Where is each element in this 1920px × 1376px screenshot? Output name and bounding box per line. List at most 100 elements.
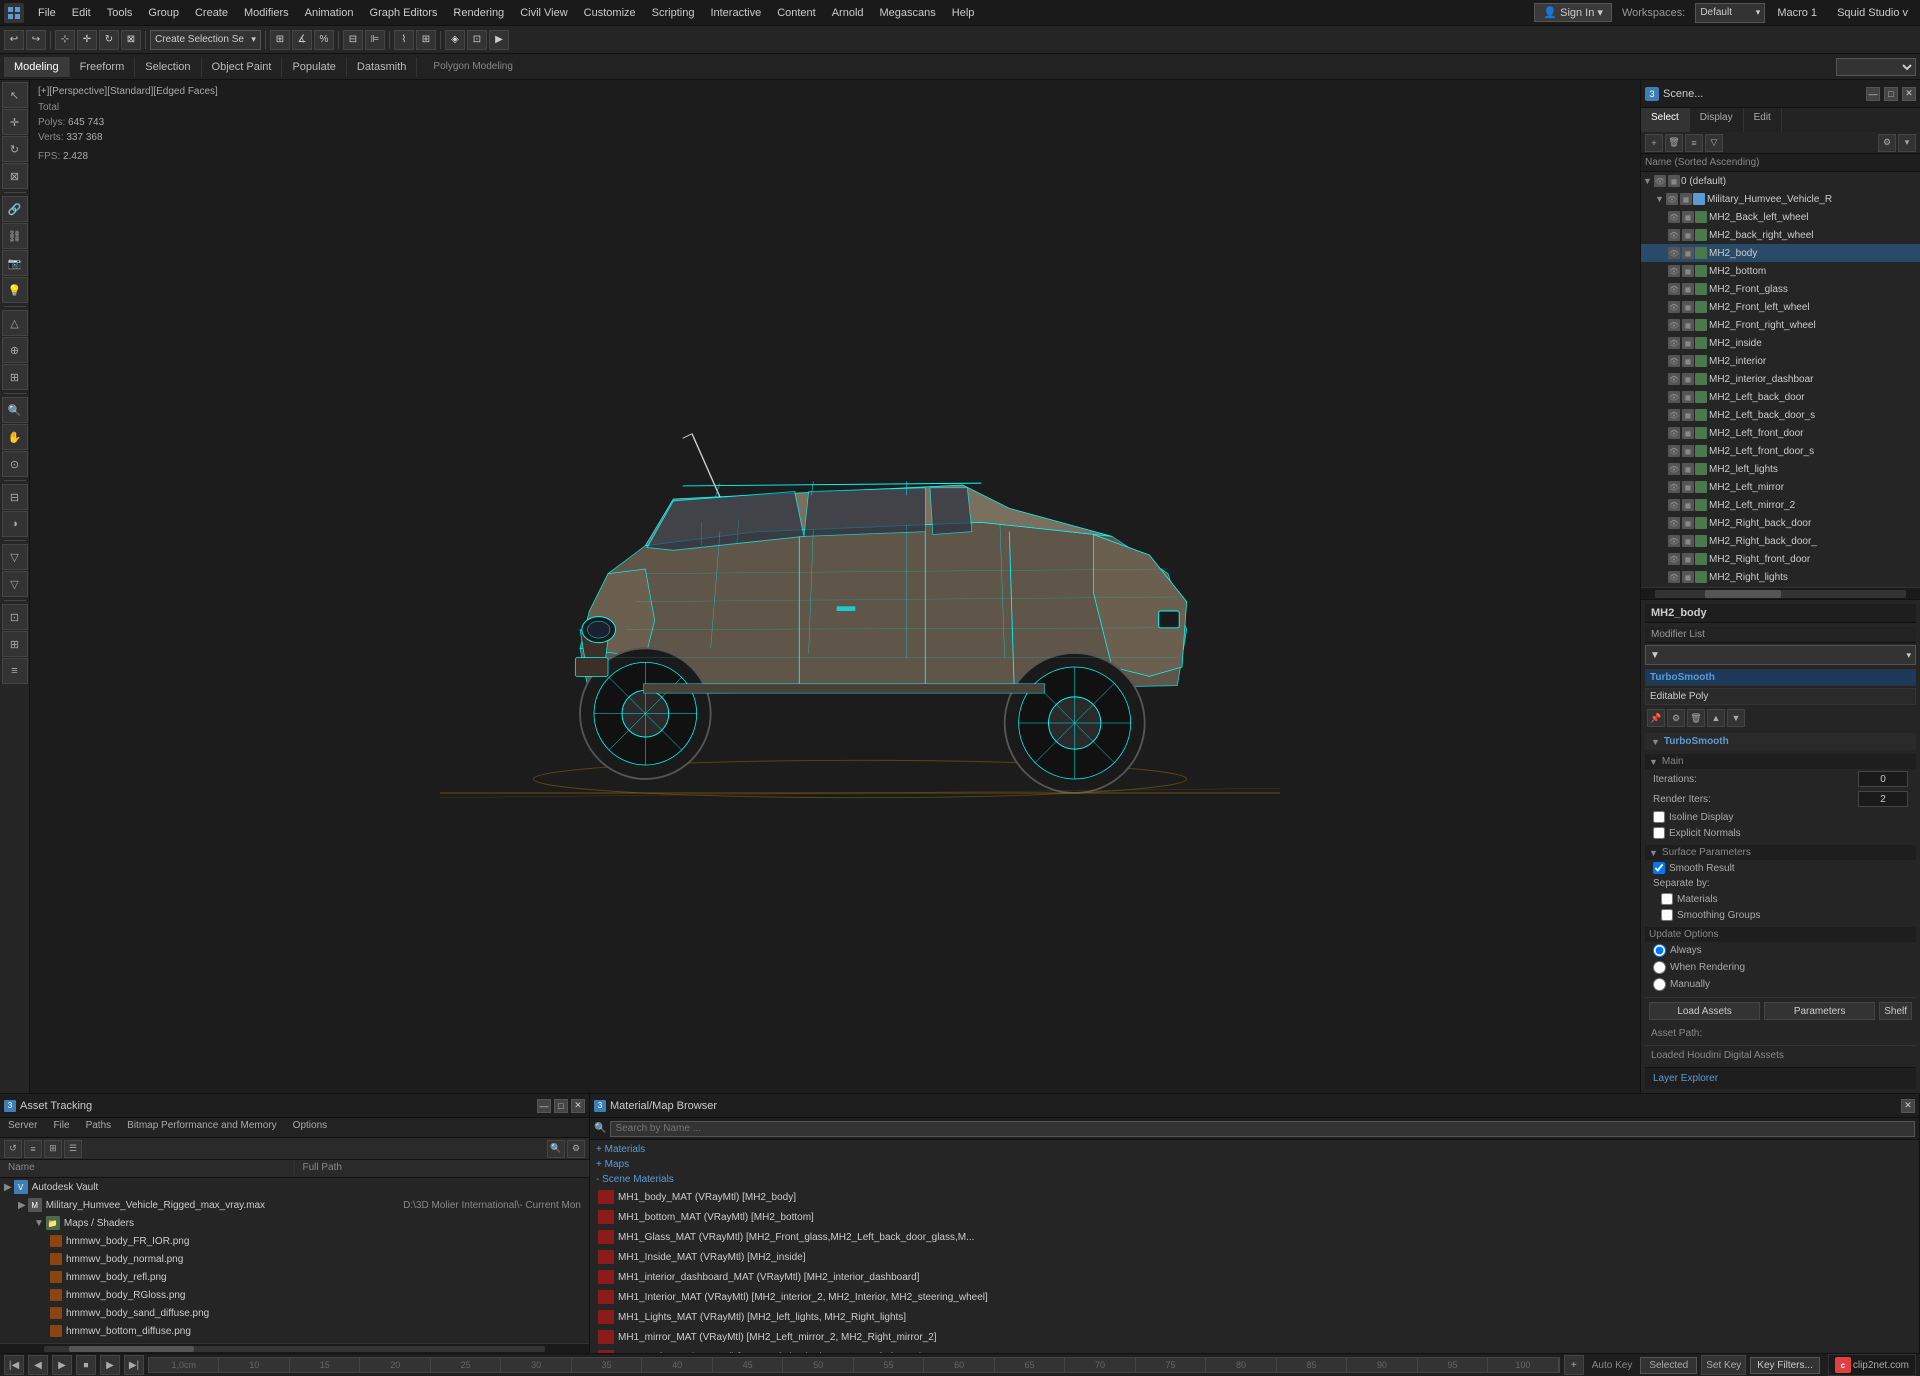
render-icon[interactable]: ◼ <box>1682 499 1694 511</box>
vis-icon[interactable]: 👁 <box>1668 391 1680 403</box>
scene-item[interactable]: 👁◼ MH2_back_right_wheel <box>1641 226 1920 244</box>
render-icon[interactable]: ◼ <box>1682 211 1694 223</box>
menu-content[interactable]: Content <box>769 5 824 21</box>
menu-group[interactable]: Group <box>140 5 187 21</box>
render-icon[interactable]: ◼ <box>1682 373 1694 385</box>
lt-link[interactable]: 🔗 <box>2 196 28 222</box>
mb-item[interactable]: MH1_mirror_MAT (VRayMtl) [MH2_Left_mirro… <box>590 1327 1919 1347</box>
tl-add-key[interactable]: + <box>1564 1355 1584 1375</box>
tab-selection[interactable]: Selection <box>135 57 201 77</box>
menu-file[interactable]: File <box>30 5 64 21</box>
mb-item[interactable]: MH1_Interior_MAT (VRayMtl) [MH2_interior… <box>590 1287 1919 1307</box>
vis-icon[interactable]: 👁 <box>1668 247 1680 259</box>
lt-filter[interactable]: ▽ <box>2 544 28 570</box>
scene-tb-delete[interactable]: 🗑 <box>1665 134 1683 152</box>
scene-tb-settings[interactable]: ⚙ <box>1878 134 1896 152</box>
menu-arnold[interactable]: Arnold <box>824 5 872 21</box>
lt-shaded[interactable]: ◑ <box>2 511 28 537</box>
at-row-map[interactable]: hmmwv_body_refl.png <box>0 1268 589 1286</box>
render-icon[interactable]: ◼ <box>1682 247 1694 259</box>
vis-icon[interactable]: 👁 <box>1668 301 1680 313</box>
tl-stop[interactable]: ⏹ <box>76 1355 96 1375</box>
tab-freeform[interactable]: Freeform <box>70 57 136 77</box>
scene-item[interactable]: 👁◼ MH2_Left_front_door_s <box>1641 442 1920 460</box>
move-tool[interactable]: ✛ <box>77 30 97 50</box>
at-row-map[interactable]: hmmwv_body_normal.png <box>0 1250 589 1268</box>
render-icon[interactable]: ◼ <box>1682 481 1694 493</box>
mb-item[interactable]: MH1_Lights_MAT (VRayMtl) [MH2_left_light… <box>590 1307 1919 1327</box>
vis-icon[interactable]: 👁 <box>1668 535 1680 547</box>
mb-section-materials[interactable]: + Materials <box>590 1142 1919 1157</box>
render-icon[interactable]: ◼ <box>1682 265 1694 277</box>
when-rendering-radio[interactable] <box>1653 961 1666 974</box>
scene-item[interactable]: 👁◼ MH2_Left_mirror <box>1641 478 1920 496</box>
vis-icon[interactable]: 👁 <box>1668 337 1680 349</box>
menu-scripting[interactable]: Scripting <box>644 5 703 21</box>
schematic-view[interactable]: ⊞ <box>416 30 436 50</box>
scene-item[interactable]: 👁◼ MH2_Left_back_door_s <box>1641 406 1920 424</box>
parameters-btn[interactable]: Parameters <box>1764 1002 1875 1020</box>
tl-prev-key[interactable]: |◀ <box>4 1355 24 1375</box>
at-tb-grid[interactable]: ⊞ <box>44 1140 62 1158</box>
menu-modifiers[interactable]: Modifiers <box>236 5 297 21</box>
scene-item[interactable]: 👁◼ MH2_Right_lights <box>1641 568 1920 586</box>
render-icon[interactable]: ◼ <box>1682 319 1694 331</box>
always-radio[interactable] <box>1653 944 1666 957</box>
lt-wireframe[interactable]: ⊟ <box>2 484 28 510</box>
selection-filter-dropdown[interactable]: Create Selection Se <box>150 30 261 50</box>
vis-icon[interactable]: 👁 <box>1668 355 1680 367</box>
mb-item[interactable]: MH1_Glass_MAT (VRayMtl) [MH2_Front_glass… <box>590 1227 1919 1247</box>
at-row-map[interactable]: hmmwv_body_FR_IOR.png <box>0 1232 589 1250</box>
scene-item[interactable]: 👁◼ MH2_Left_back_door <box>1641 388 1920 406</box>
menu-animation[interactable]: Animation <box>297 5 362 21</box>
at-maximize-btn[interactable]: □ <box>554 1099 568 1113</box>
tl-next-frame[interactable]: ▶ <box>100 1355 120 1375</box>
render-btn[interactable]: ▶ <box>489 30 509 50</box>
smoothing-groups-checkbox[interactable] <box>1661 909 1673 921</box>
at-row-map[interactable]: hmmwv_bottom_diffuse.png <box>0 1322 589 1340</box>
align-tool[interactable]: ⊫ <box>365 30 385 50</box>
vis-icon[interactable]: 👁 <box>1668 517 1680 529</box>
menu-megascans[interactable]: Megascans <box>872 5 944 21</box>
material-editor[interactable]: ◈ <box>445 30 465 50</box>
menu-graph-editors[interactable]: Graph Editors <box>362 5 446 21</box>
render-icon[interactable]: ◼ <box>1682 517 1694 529</box>
menu-help[interactable]: Help <box>944 5 983 21</box>
select-tool[interactable]: ⊹ <box>55 30 75 50</box>
at-close-btn[interactable]: ✕ <box>571 1099 585 1113</box>
lt-light[interactable]: 💡 <box>2 277 28 303</box>
vis-icon[interactable]: 👁 <box>1668 319 1680 331</box>
scene-item[interactable]: ▼ 👁 ◼ Military_Humvee_Vehicle_R <box>1641 190 1920 208</box>
lt-ribbon[interactable]: ≡ <box>2 658 28 684</box>
lt-unlink[interactable]: ⛓ <box>2 223 28 249</box>
set-key-btn[interactable]: Set Key <box>1701 1355 1746 1375</box>
isoline-checkbox[interactable] <box>1653 811 1665 823</box>
render-icon[interactable]: ◼ <box>1668 175 1680 187</box>
render-icon[interactable]: ◼ <box>1682 355 1694 367</box>
iterations-input[interactable] <box>1858 771 1908 787</box>
render-icon[interactable]: ◼ <box>1682 571 1694 583</box>
timeline-track[interactable]: 1,0cm 10 15 20 25 30 35 40 45 50 55 60 6… <box>148 1357 1560 1373</box>
mb-search-input[interactable] <box>610 1121 1915 1137</box>
tl-prev-frame[interactable]: ◀ <box>28 1355 48 1375</box>
scene-item-selected[interactable]: 👁◼ MH2_body <box>1641 244 1920 262</box>
lt-xform[interactable]: ⊡ <box>2 604 28 630</box>
redo-button[interactable]: ↪ <box>26 30 46 50</box>
render-icon[interactable]: ◼ <box>1682 427 1694 439</box>
object-mode-select[interactable] <box>1836 58 1916 76</box>
scene-tb-layers[interactable]: ≡ <box>1685 134 1703 152</box>
render-icon[interactable]: ◼ <box>1682 337 1694 349</box>
mb-item[interactable]: MH1_bottom_MAT (VRayMtl) [MH2_bottom] <box>590 1207 1919 1227</box>
at-tb-settings[interactable]: ⚙ <box>567 1140 585 1158</box>
layer-explorer[interactable]: Layer Explorer <box>1645 1067 1916 1089</box>
scene-item[interactable]: 👁◼ MH2_Front_glass <box>1641 280 1920 298</box>
materials-checkbox[interactable] <box>1661 893 1673 905</box>
at-tb-list[interactable]: ≡ <box>24 1140 42 1158</box>
menu-civil-view[interactable]: Civil View <box>512 5 575 21</box>
at-menu-options[interactable]: Options <box>285 1118 335 1137</box>
tl-next-key[interactable]: ▶| <box>124 1355 144 1375</box>
scene-item[interactable]: 👁◼ MH2_Left_mirror_2 <box>1641 496 1920 514</box>
vis-icon[interactable]: 👁 <box>1668 409 1680 421</box>
render-icon[interactable]: ◼ <box>1682 463 1694 475</box>
at-tb-search[interactable]: 🔍 <box>547 1140 565 1158</box>
